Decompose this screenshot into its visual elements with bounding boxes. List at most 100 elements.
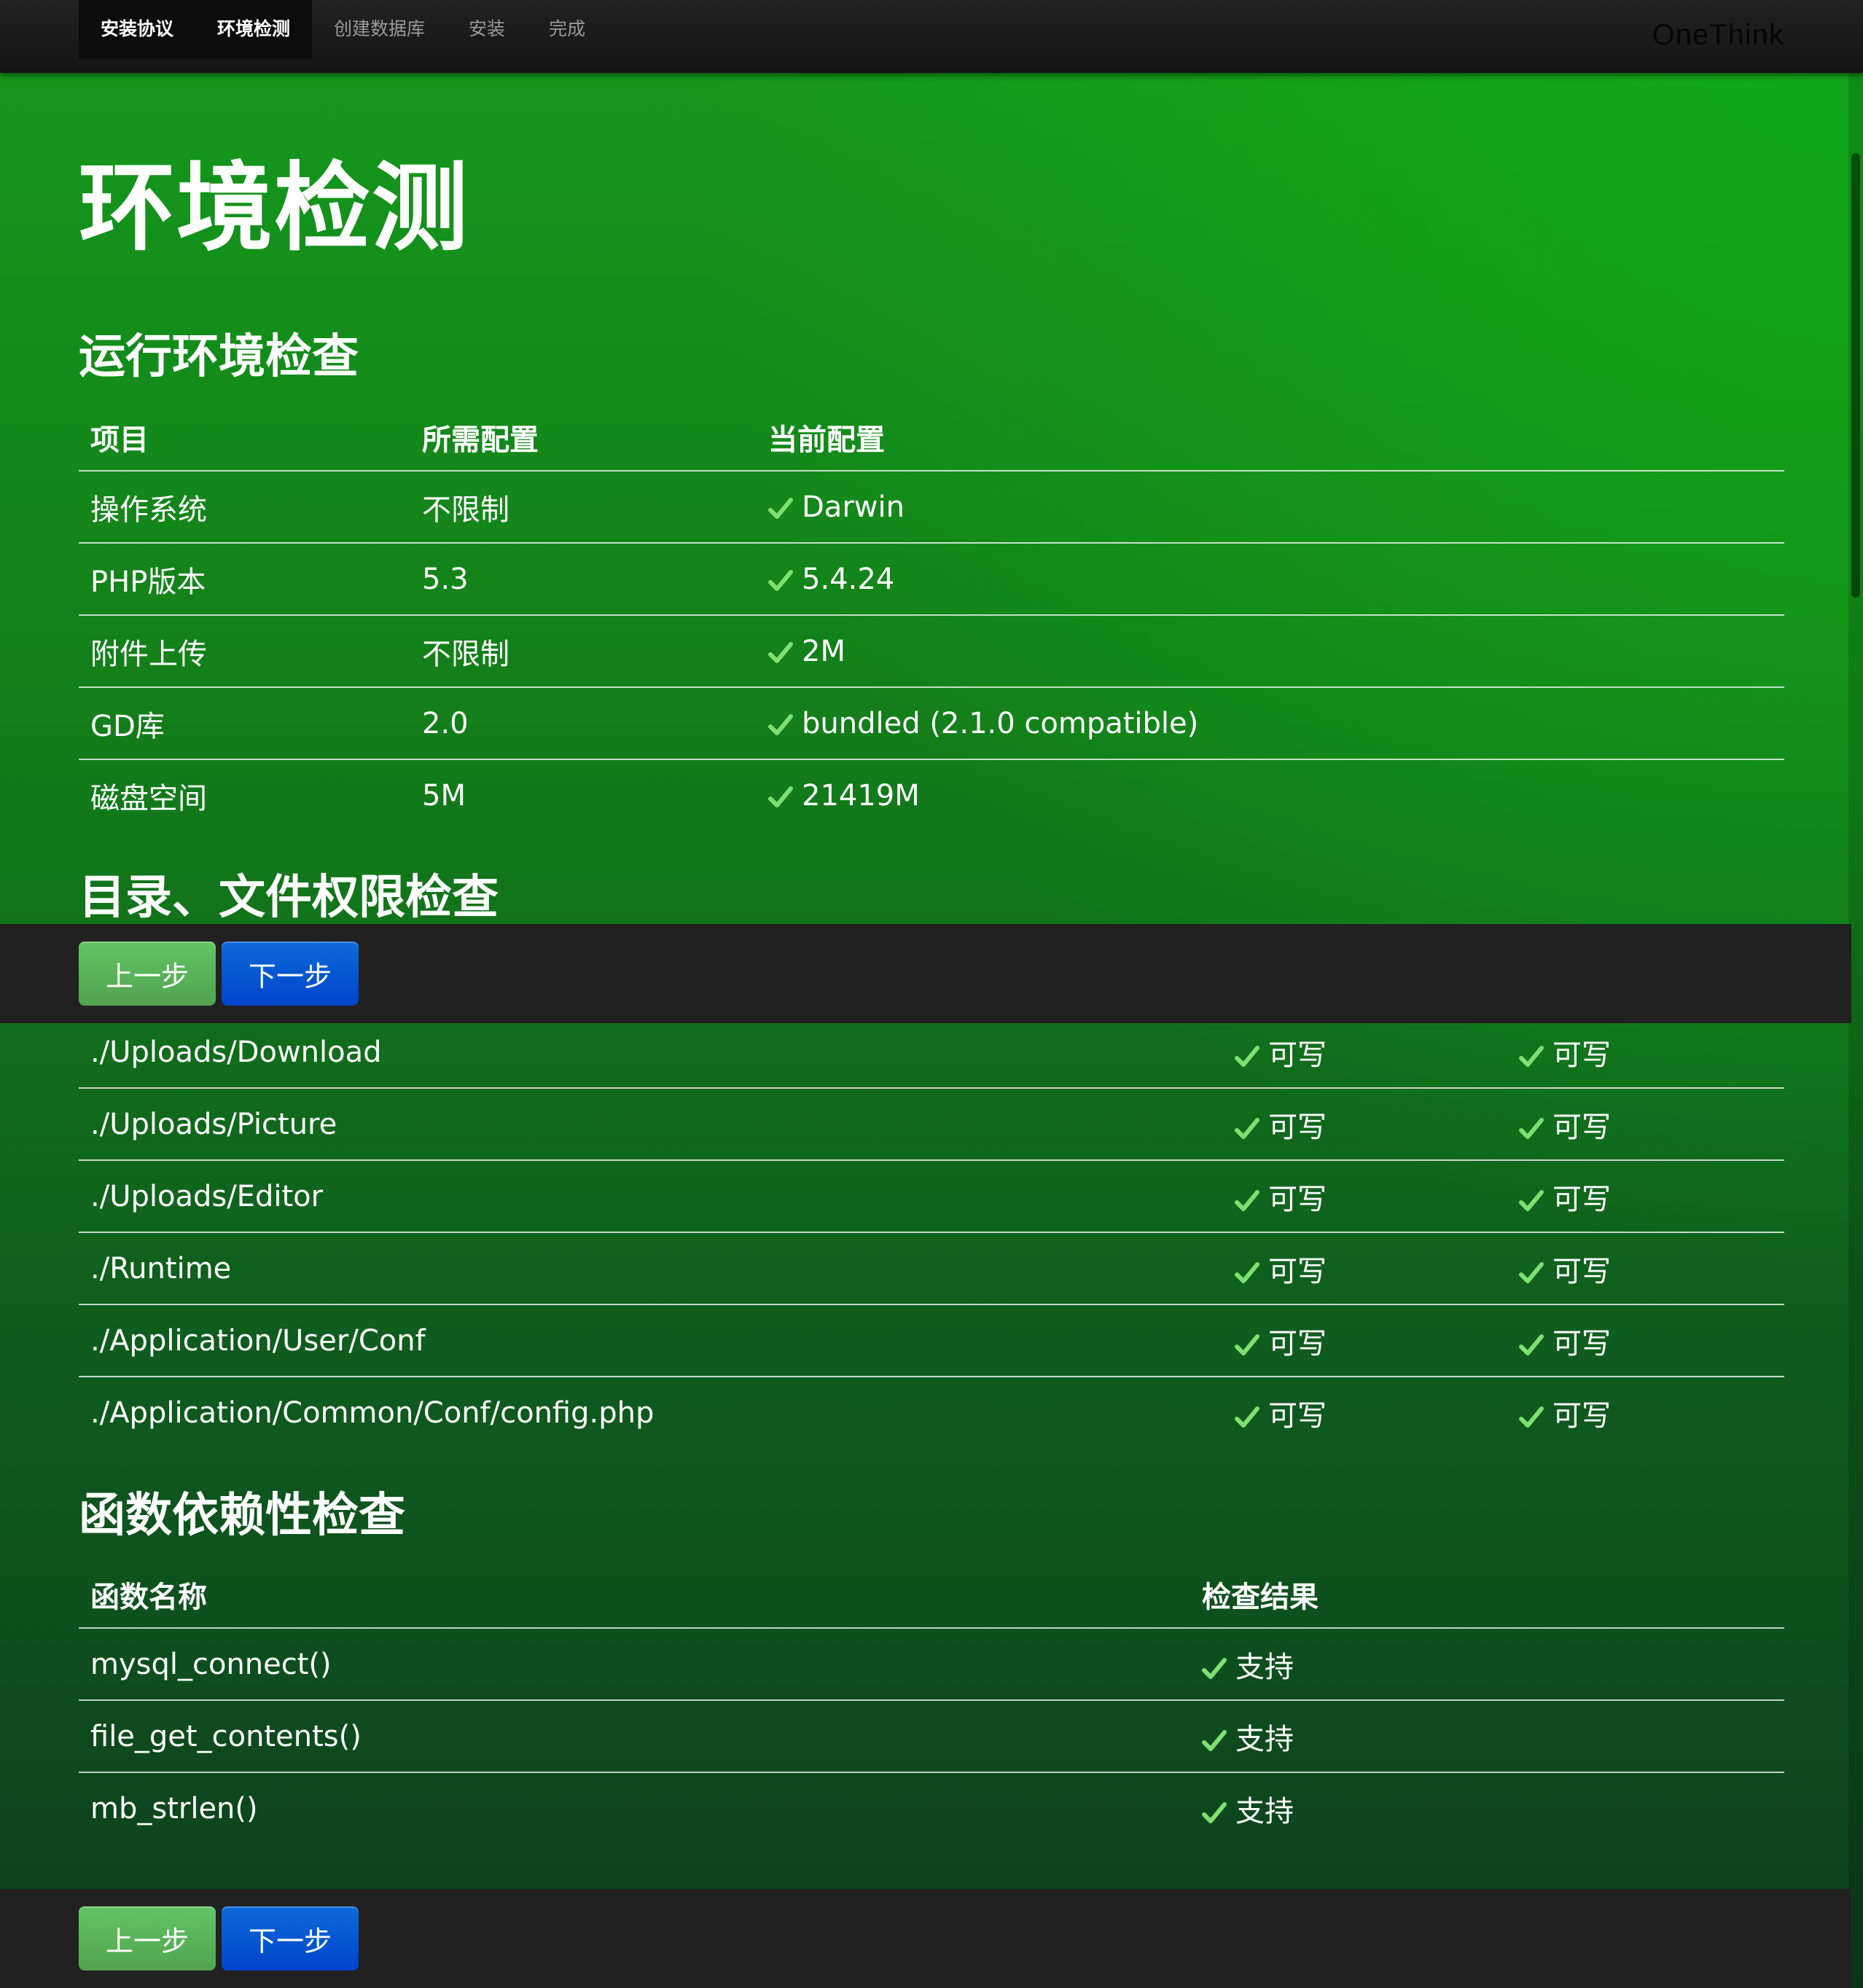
install-steps-nav: 安装协议 环境检测 创建数据库 安装 完成 [79, 0, 607, 58]
dir-path-text: ./Uploads/Picture [90, 1107, 337, 1141]
col-header-required: 所需配置 [422, 423, 539, 457]
vertical-scrollbar[interactable] [1848, 73, 1863, 1988]
func-result-text: 支持 [1235, 1722, 1294, 1756]
check-icon [1519, 1403, 1545, 1432]
col-header-func-name: 函数名称 [90, 1581, 207, 1614]
dir-required: 可写 [1223, 1017, 1507, 1088]
dir-current: 可写 [1507, 1376, 1784, 1448]
env-check-table: 项目 所需配置 当前配置 操作系统 不限制 Darwin PHP版本 5.3 5.4.24… [79, 404, 1784, 831]
func-name-text: mb_strlen() [90, 1791, 258, 1825]
func-name: mysql_connect() [79, 1627, 1190, 1700]
check-icon [1519, 1259, 1545, 1288]
page-title: 环境检测 [79, 152, 469, 265]
env-check-table-wrap: 项目 所需配置 当前配置 操作系统 不限制 Darwin PHP版本 5.3 5.4.24… [79, 404, 1784, 831]
dir-required: 可写 [1223, 1087, 1507, 1160]
func-result: 支持 [1190, 1627, 1784, 1700]
dir-current-text: 可写 [1552, 1110, 1611, 1144]
env-current: 21419M [757, 759, 1784, 831]
check-icon [768, 494, 794, 523]
env-required: 不限制 [410, 614, 757, 687]
nav-step-create-db[interactable]: 创建数据库 [312, 0, 447, 58]
check-icon [1202, 1726, 1228, 1756]
env-required-text: 5.3 [422, 562, 469, 596]
col-header-current: 当前配置 [768, 423, 885, 457]
check-icon [1235, 1186, 1261, 1216]
env-current-text: 5.4.24 [802, 562, 895, 596]
dir-check-heading: 目录、文件权限检查 [79, 871, 499, 925]
dir-required-text: 可写 [1268, 1398, 1327, 1433]
func-name-text: file_get_contents() [90, 1719, 362, 1753]
next-step-button[interactable]: 下一步 [222, 942, 359, 1006]
check-icon [768, 638, 794, 668]
dir-path-text: ./Uploads/Editor [90, 1179, 324, 1213]
table-row: mb_strlen() 支持 [79, 1772, 1784, 1844]
nav-step-env-check[interactable]: 环境检测 [195, 0, 313, 58]
check-icon [1235, 1331, 1261, 1360]
check-icon [1202, 1799, 1228, 1828]
func-check-table-wrap: 函数名称 检查结果 mysql_connect() 支持 file_get_cont… [79, 1562, 1784, 1844]
table-header-row: 项目 所需配置 当前配置 [79, 404, 1784, 471]
dir-current-text: 可写 [1552, 1254, 1611, 1288]
dir-path-text: ./Application/Common/Conf/config.php [90, 1396, 655, 1430]
sticky-action-bar: 上一步 下一步 [0, 924, 1851, 1023]
prev-step-button[interactable]: 上一步 [79, 1906, 216, 1971]
func-result: 支持 [1190, 1699, 1784, 1772]
dir-path: ./Uploads/Picture [79, 1087, 1223, 1160]
check-icon [768, 566, 794, 595]
dir-current: 可写 [1507, 1304, 1784, 1377]
env-current: 2M [757, 614, 1784, 687]
dir-current-text: 可写 [1552, 1398, 1611, 1433]
check-icon [1519, 1042, 1545, 1071]
table-row: file_get_contents() 支持 [79, 1699, 1784, 1772]
dir-current-text: 可写 [1552, 1038, 1611, 1072]
check-icon [1235, 1259, 1261, 1288]
env-item-text: GD库 [90, 709, 165, 743]
check-icon [1519, 1331, 1545, 1360]
table-row: PHP版本 5.3 5.4.24 [79, 542, 1784, 615]
next-step-button[interactable]: 下一步 [222, 1906, 359, 1971]
env-item: GD库 [79, 686, 410, 759]
env-item-text: 磁盘空间 [90, 781, 207, 815]
check-icon [1519, 1114, 1545, 1143]
table-row: ./Uploads/Download 可写 可写 [79, 1017, 1784, 1088]
dir-path: ./Application/User/Conf [79, 1304, 1223, 1377]
dir-required: 可写 [1223, 1232, 1507, 1304]
func-result-text: 支持 [1235, 1650, 1294, 1684]
env-item: PHP版本 [79, 542, 410, 615]
env-current-text: 2M [802, 634, 845, 668]
check-icon [1202, 1654, 1228, 1683]
nav-step-agreement[interactable]: 安装协议 [79, 0, 196, 58]
check-icon [768, 711, 794, 740]
dir-path: ./Application/Common/Conf/config.php [79, 1376, 1223, 1448]
table-row: 磁盘空间 5M 21419M [79, 759, 1784, 831]
env-item: 附件上传 [79, 614, 410, 687]
dir-required-text: 可写 [1268, 1110, 1327, 1144]
env-item: 操作系统 [79, 470, 410, 543]
check-icon [1235, 1403, 1261, 1432]
bottom-action-bar: 上一步 下一步 [0, 1889, 1851, 1988]
env-check-heading: 运行环境检查 [79, 330, 359, 384]
dir-path: ./Runtime [79, 1232, 1223, 1304]
prev-step-button[interactable]: 上一步 [79, 942, 216, 1006]
check-icon [1235, 1042, 1261, 1071]
func-result-text: 支持 [1235, 1794, 1294, 1828]
env-item: 磁盘空间 [79, 759, 410, 831]
func-name: mb_strlen() [79, 1772, 1190, 1844]
brand-logo[interactable]: OneThink [1652, 19, 1784, 52]
env-current: Darwin [757, 470, 1784, 543]
col-header-item: 项目 [90, 423, 149, 457]
table-row: ./Application/User/Conf 可写 可写 [79, 1304, 1784, 1377]
dir-required-text: 可写 [1268, 1326, 1327, 1361]
table-row: mysql_connect() 支持 [79, 1627, 1784, 1700]
env-current: bundled (2.1.0 compatible) [757, 686, 1784, 759]
check-icon [1235, 1114, 1261, 1143]
scrollbar-thumb[interactable] [1851, 153, 1860, 598]
dir-check-table: ./Uploads/Download 可写 可写 ./Uploads/Picture 可… [79, 1017, 1784, 1448]
dir-current: 可写 [1507, 1017, 1784, 1088]
col-header-result: 检查结果 [1202, 1581, 1319, 1614]
table-row: ./Application/Common/Conf/config.php 可写 可写 [79, 1376, 1784, 1448]
dir-current: 可写 [1507, 1087, 1784, 1160]
nav-step-install[interactable]: 安装 [447, 0, 527, 58]
env-current: 5.4.24 [757, 542, 1784, 615]
nav-step-complete[interactable]: 完成 [527, 0, 607, 58]
